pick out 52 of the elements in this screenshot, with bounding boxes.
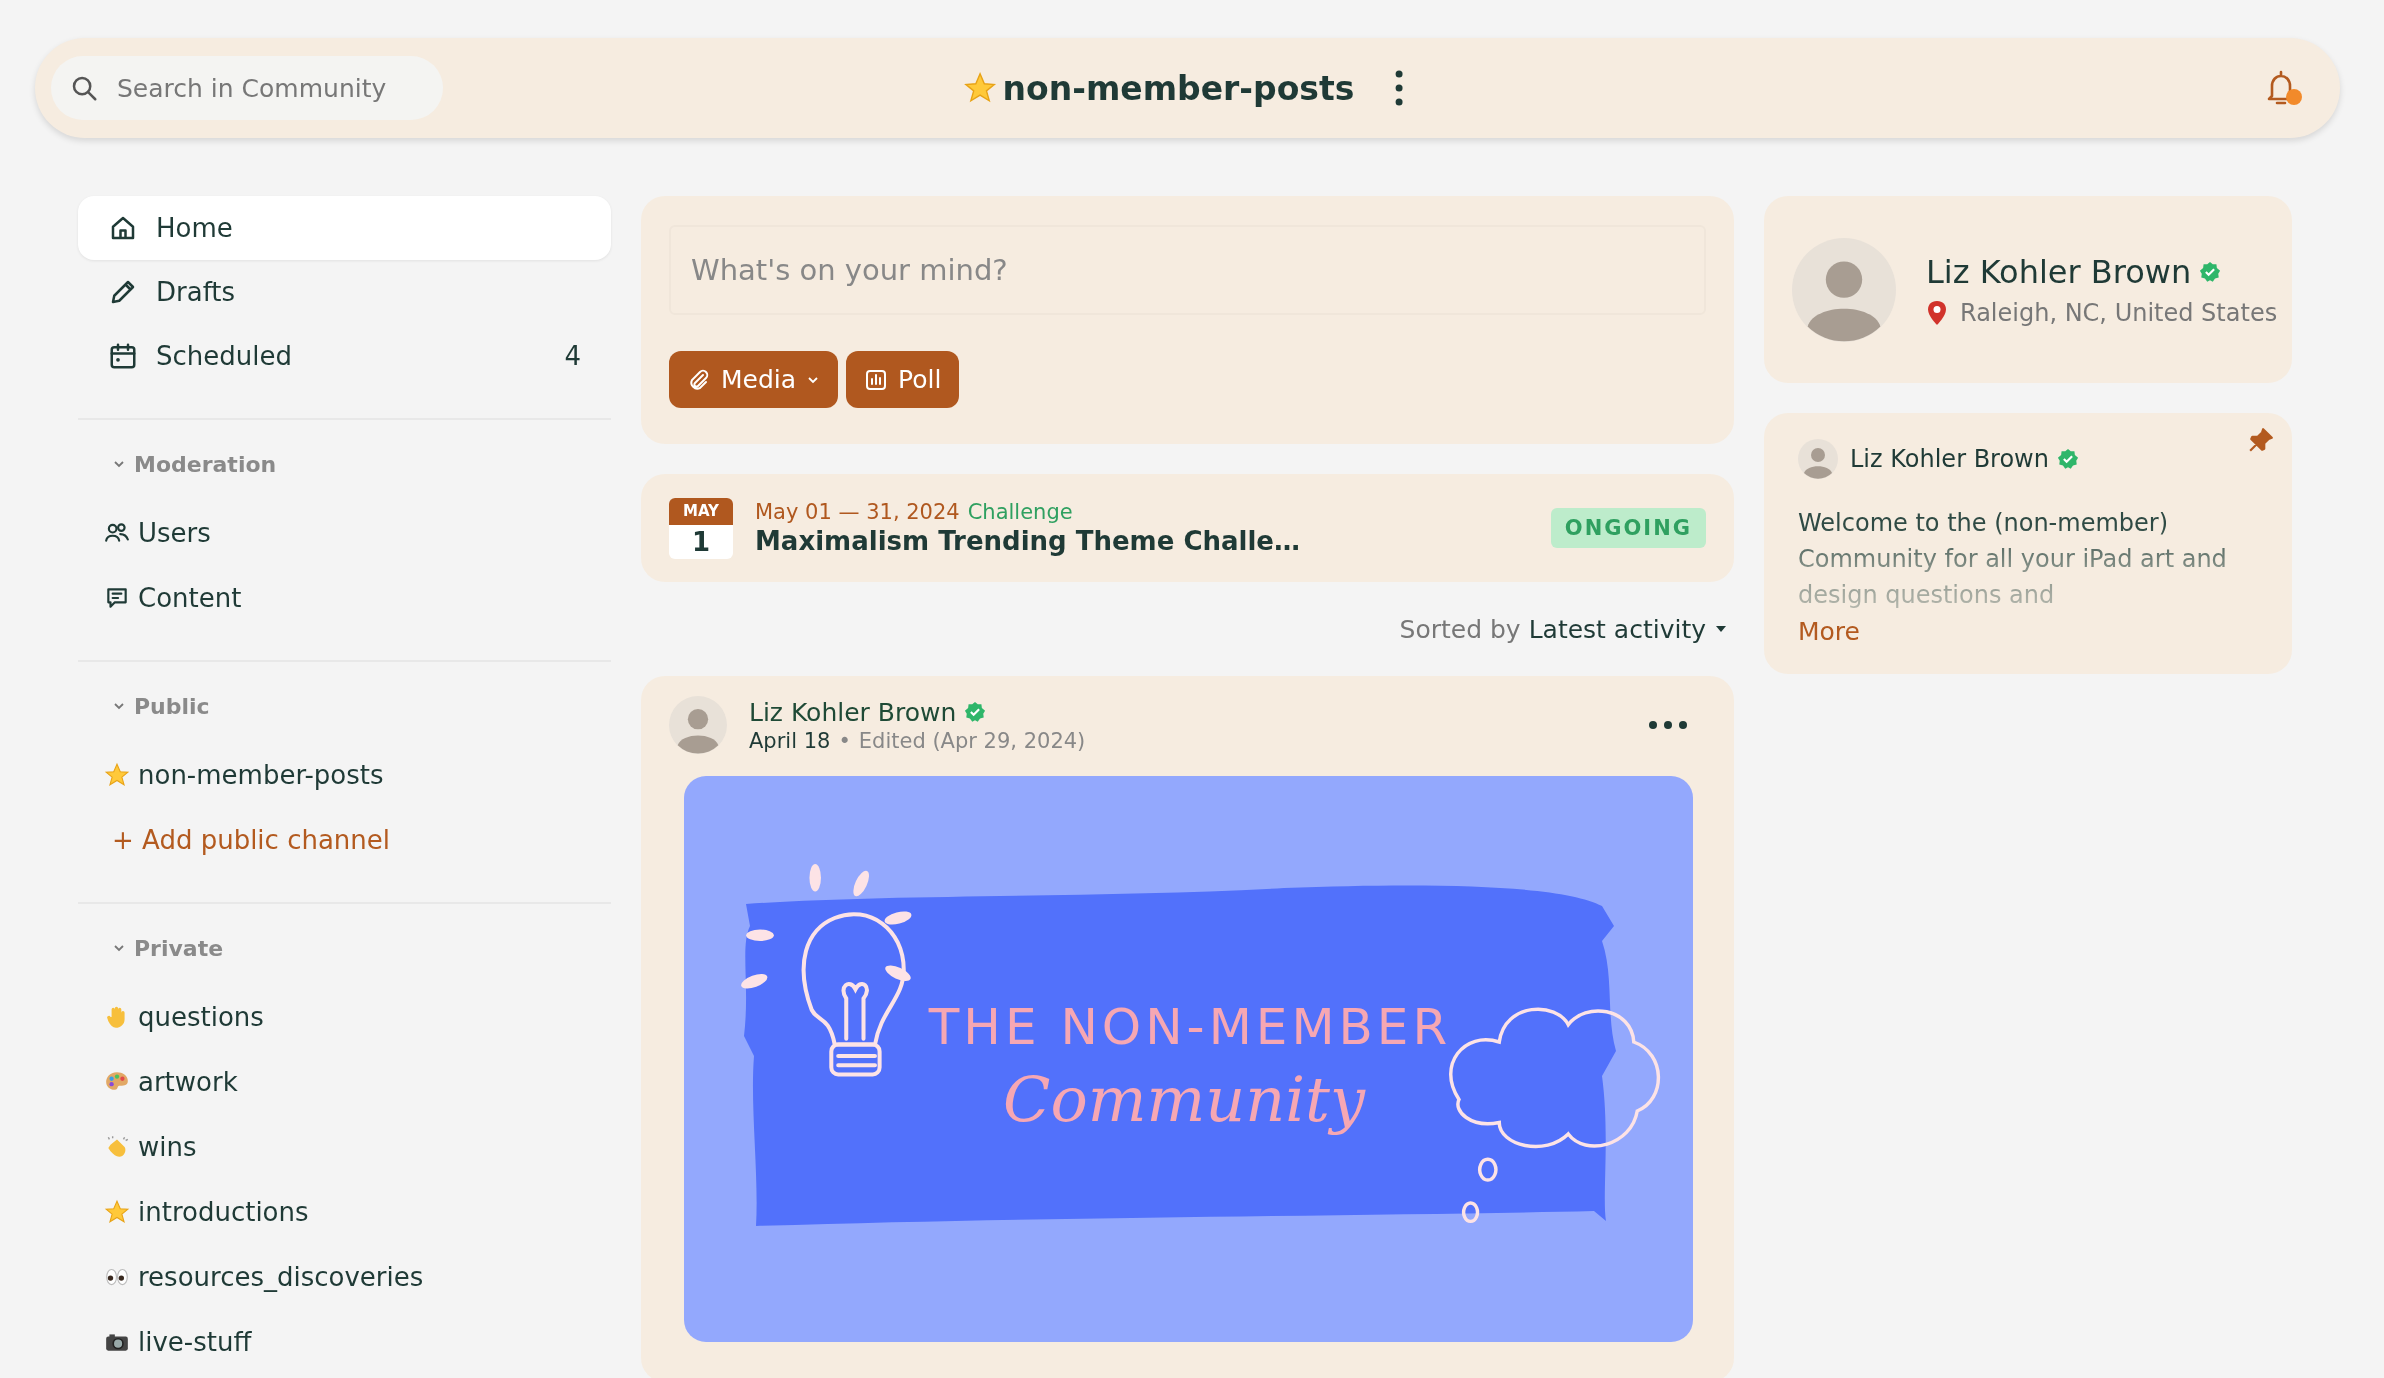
avatar bbox=[1798, 439, 1838, 479]
event-title: Maximalism Trending Theme Challe… bbox=[755, 526, 1300, 556]
author-name[interactable]: Liz Kohler Brown bbox=[749, 697, 957, 727]
image-title-text: THE NON-MEMBER bbox=[928, 998, 1452, 1056]
channel-item[interactable]: artwork bbox=[78, 1049, 611, 1114]
post-date: April 18 bbox=[749, 728, 831, 753]
calendar-icon bbox=[108, 341, 138, 371]
channel-item[interactable]: introductions bbox=[78, 1179, 611, 1244]
paperclip-icon bbox=[687, 367, 711, 392]
channel-item[interactable]: Content bbox=[78, 565, 611, 630]
nav-item[interactable]: Drafts bbox=[78, 260, 611, 324]
media-button[interactable]: Media bbox=[669, 351, 839, 408]
author-name[interactable]: Liz Kohler Brown bbox=[1926, 252, 2192, 291]
event-dates: May 01 — 31, 2024 bbox=[755, 500, 960, 524]
channel-item[interactable]: questions bbox=[78, 984, 611, 1049]
add-channel-link[interactable]: + Add public channel bbox=[78, 807, 611, 872]
bar-chart-icon bbox=[864, 367, 889, 392]
post-input[interactable]: What's on your mind? bbox=[669, 225, 1706, 315]
nav-item[interactable]: Home bbox=[78, 196, 611, 260]
poll-button[interactable]: Poll bbox=[846, 351, 960, 408]
item-count: 4 bbox=[564, 341, 581, 371]
sort-dropdown[interactable]: Latest activity bbox=[1528, 614, 1728, 644]
more-link[interactable]: More bbox=[1798, 617, 2258, 646]
nav-item[interactable]: Scheduled 4 bbox=[78, 324, 611, 388]
channel-item[interactable]: Users bbox=[78, 500, 611, 565]
author-name[interactable]: Liz Kohler Brown bbox=[1850, 445, 2049, 473]
post-excerpt: Welcome to the (non-member) Community for all your iPad art and design questions and bbox=[1798, 508, 2228, 611]
sort-label: Sorted by bbox=[1399, 614, 1521, 644]
channel-item[interactable]: live-stuff bbox=[78, 1309, 611, 1374]
horizontal-dots-icon bbox=[1648, 720, 1688, 730]
event-month: MAY bbox=[669, 497, 733, 525]
avatar bbox=[669, 696, 727, 754]
star-icon bbox=[962, 71, 997, 105]
image-script-text: Community bbox=[1003, 1063, 1365, 1136]
caret-icon bbox=[1714, 624, 1728, 634]
event-day: 1 bbox=[669, 524, 733, 559]
channel-item[interactable]: wins bbox=[78, 1114, 611, 1179]
status-badge: ONGOING bbox=[1550, 508, 1706, 548]
star-icon bbox=[104, 1198, 130, 1225]
event-card[interactable]: MAY 1 May 01 — 31, 2024 Challenge Maximalism Trending Theme Challe… ONGOING bbox=[641, 474, 1734, 582]
edited-label: Edited (Apr 29, 2024) bbox=[858, 728, 1086, 753]
star-icon bbox=[104, 761, 130, 788]
search-field[interactable]: Search in Community bbox=[51, 56, 443, 120]
location-pin-icon bbox=[1926, 299, 1948, 326]
pinned-post-card[interactable]: Liz Kohler Brown Welcome to the (non-member) Community for all your iPad art and design questions and More bbox=[1764, 413, 2292, 674]
event-type: Challenge bbox=[967, 500, 1073, 524]
vertical-dots-icon bbox=[1394, 68, 1405, 108]
separator-dot: • bbox=[838, 728, 851, 753]
channel-item[interactable]: non-member-posts bbox=[78, 742, 611, 807]
channel-item[interactable]: resources_discoveries bbox=[78, 1244, 611, 1309]
location-text: Raleigh, NC, United States bbox=[1960, 298, 2278, 327]
channel-title: non-member-posts bbox=[1002, 68, 1355, 108]
